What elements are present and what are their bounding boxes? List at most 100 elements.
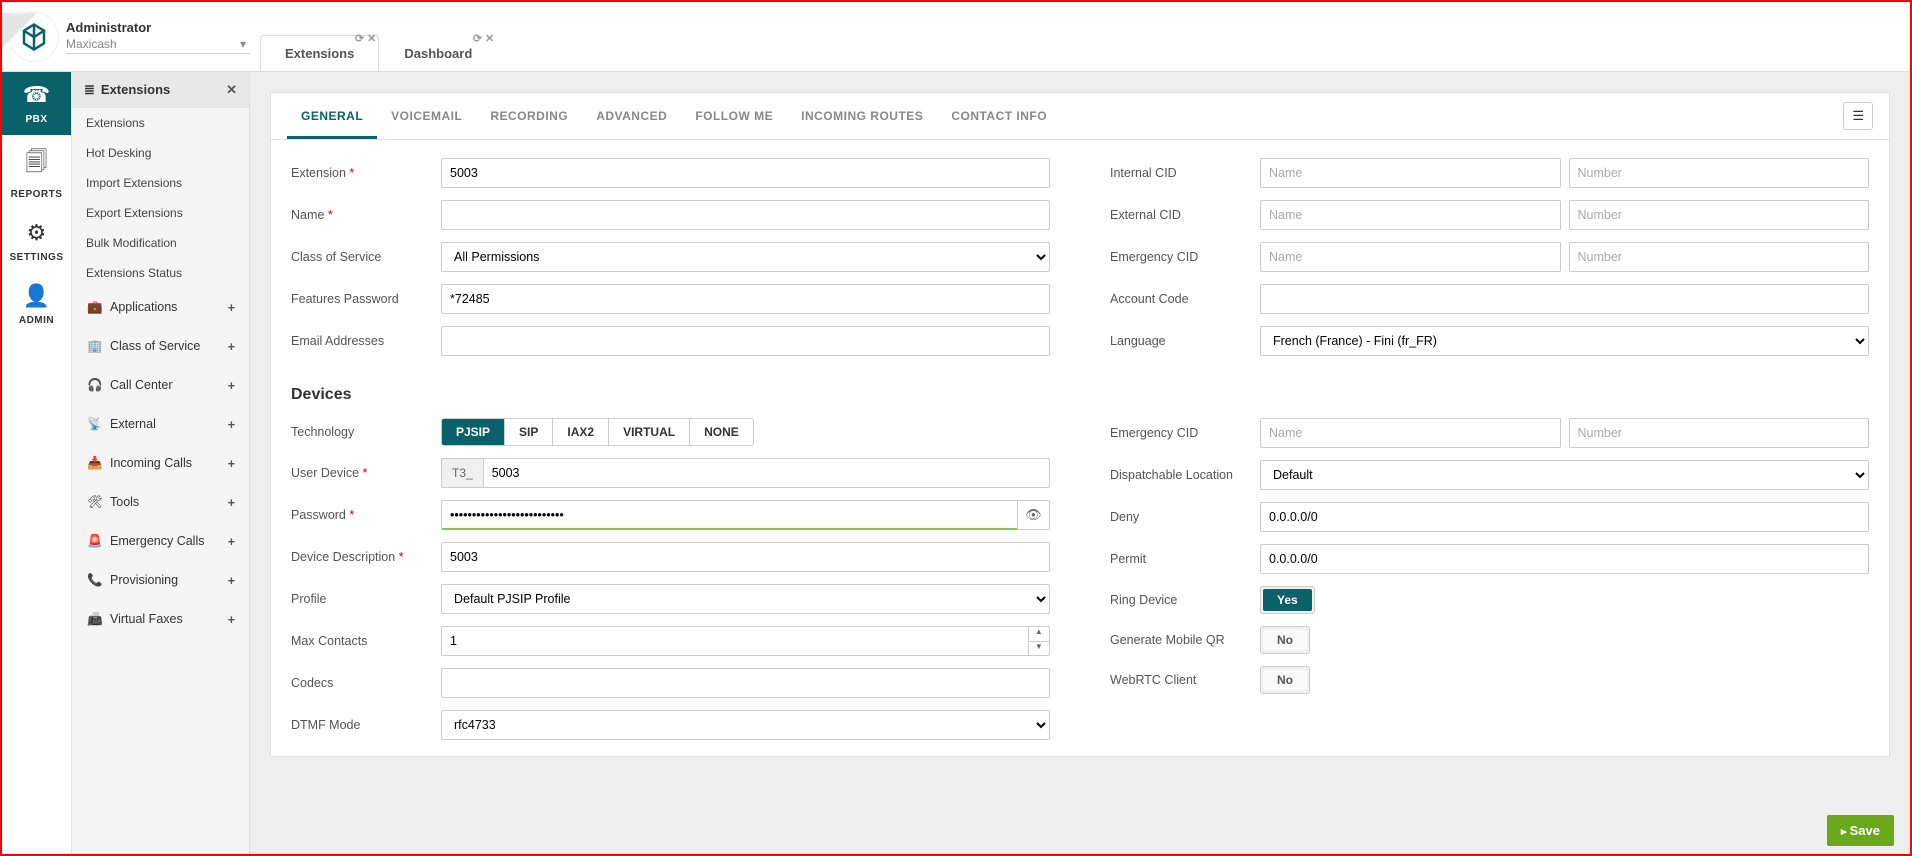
profile-select[interactable]: Default PJSIP Profile [441,584,1050,614]
sidebar-group-provisioning[interactable]: 📞Provisioning+ [72,561,249,600]
dev-emergency-cid-name-input[interactable] [1260,418,1561,448]
dev-emergency-cid-number-input[interactable] [1569,418,1870,448]
app-tab-extensions[interactable]: Extensions ⟳✕ [260,35,379,71]
sidebar-group-applications[interactable]: 💼Applications+ [72,288,249,327]
language-select[interactable]: French (France) - Fini (fr_FR) [1260,326,1869,356]
external-cid-name-input[interactable] [1260,200,1561,230]
col-right: Internal CID External CID Emergency CID … [1110,158,1869,368]
sidebar-item-hotdesking[interactable]: Hot Desking [72,138,249,168]
tech-iax2[interactable]: IAX2 [553,419,609,445]
label-device-description: Device Description * [291,550,441,564]
panel-tabs: GENERAL VOICEMAIL RECORDING ADVANCED FOL… [271,93,1889,140]
tab-incoming-routes[interactable]: INCOMING ROUTES [787,93,937,139]
sidebar-group-external[interactable]: 📡External+ [72,405,249,444]
refresh-icon[interactable]: ⟳ [473,32,482,45]
label-user-device: User Device * [291,466,441,480]
sidebar-item-status[interactable]: Extensions Status [72,258,249,288]
sidebar-group-emergency[interactable]: 🚨Emergency Calls+ [72,522,249,561]
codecs-input[interactable] [441,668,1050,698]
label-dtmf: DTMF Mode [291,718,441,732]
tab-contact-info[interactable]: CONTACT INFO [937,93,1061,139]
label-email: Email Addresses [291,334,441,348]
sidebar-group-fax[interactable]: 📠Virtual Faxes+ [72,600,249,639]
gears-icon: ⚙ [2,220,71,246]
extension-input[interactable] [441,158,1050,188]
sidebar-item-extensions[interactable]: Extensions [72,108,249,138]
refresh-icon[interactable]: ⟳ [355,32,364,45]
sidebar-group-callcenter[interactable]: 🎧Call Center+ [72,366,249,405]
user-name: Administrator [66,20,250,35]
building-icon: 🏢 [86,339,104,354]
chevron-up-icon[interactable]: ▲ [1029,627,1049,642]
sidebar-items: Extensions Hot Desking Import Extensions… [72,108,249,288]
tab-recording[interactable]: RECORDING [476,93,582,139]
sidebar-item-bulk[interactable]: Bulk Modification [72,228,249,258]
dtmf-select[interactable]: rfc4733 [441,710,1050,740]
plus-icon: + [228,574,235,588]
sidebar-title: Extensions [101,82,170,97]
mobile-qr-toggle[interactable]: No [1260,626,1310,654]
close-icon[interactable]: ✕ [485,32,494,45]
nav-reports[interactable]: 🗐 REPORTS [2,135,71,210]
tenant-selector[interactable]: Maxicash ▾ [66,35,250,54]
eye-icon[interactable]: 👁 [1018,500,1050,530]
nav-settings[interactable]: ⚙ SETTINGS [2,210,71,273]
close-icon[interactable]: ✕ [226,82,237,98]
dispatchable-select[interactable]: Default [1260,460,1869,490]
chevron-down-icon[interactable]: ▼ [1029,642,1049,656]
plus-icon: + [228,496,235,510]
user-device-input[interactable] [483,458,1050,488]
headset-icon: 🎧 [86,378,104,393]
max-contacts-input[interactable] [441,626,1029,656]
sidebar-item-export[interactable]: Export Extensions [72,198,249,228]
account-code-input[interactable] [1260,284,1869,314]
header-user-block: Administrator Maxicash ▾ [2,13,250,61]
label-max-contacts: Max Contacts [291,634,441,648]
name-input[interactable] [441,200,1050,230]
tech-none[interactable]: NONE [690,419,753,445]
external-cid-number-input[interactable] [1569,200,1870,230]
secondary-sidebar: ≣Extensions ✕ Extensions Hot Desking Imp… [72,72,250,854]
internal-cid-name-input[interactable] [1260,158,1561,188]
permit-input[interactable] [1260,544,1869,574]
emergency-cid-name-input[interactable] [1260,242,1561,272]
technology-button-group: PJSIP SIP IAX2 VIRTUAL NONE [441,418,754,446]
tab-voicemail[interactable]: VOICEMAIL [377,93,476,139]
internal-cid-number-input[interactable] [1569,158,1870,188]
nav-admin[interactable]: 👤 ADMIN [2,273,71,336]
tab-followme[interactable]: FOLLOW ME [681,93,787,139]
device-description-input[interactable] [441,542,1050,572]
app-tab-label: Dashboard [404,46,472,61]
close-icon[interactable]: ✕ [367,32,376,45]
sidebar-group-cos[interactable]: 🏢Class of Service+ [72,327,249,366]
email-input[interactable] [441,326,1050,356]
webrtc-toggle[interactable]: No [1260,666,1310,694]
tech-sip[interactable]: SIP [505,419,553,445]
plus-icon: + [228,535,235,549]
save-button[interactable]: Save [1827,815,1894,846]
antenna-icon: 📡 [86,417,104,432]
form-body: Extension * Name * Class of ServiceAll P… [271,140,1889,756]
password-input[interactable] [441,500,1018,530]
tech-pjsip[interactable]: PJSIP [442,419,505,445]
app-tab-dashboard[interactable]: Dashboard ⟳✕ [379,35,497,71]
cos-select[interactable]: All Permissions [441,242,1050,272]
sidebar-header: ≣Extensions ✕ [72,72,249,108]
sidebar-group-tools[interactable]: 🛠Tools+ [72,483,249,522]
emergency-cid-number-input[interactable] [1569,242,1870,272]
tech-virtual[interactable]: VIRTUAL [609,419,690,445]
tab-advanced[interactable]: ADVANCED [582,93,681,139]
extension-panel: GENERAL VOICEMAIL RECORDING ADVANCED FOL… [270,92,1890,757]
nav-pbx[interactable]: ☎ PBX [2,72,71,135]
list-toggle-button[interactable]: ☰ [1843,102,1873,130]
max-contacts-spinner[interactable]: ▲▼ [1029,626,1050,656]
deny-input[interactable] [1260,502,1869,532]
label-emergency-cid: Emergency CID [1110,250,1260,264]
sidebar-item-import[interactable]: Import Extensions [72,168,249,198]
label-features-password: Features Password [291,292,441,306]
features-password-input[interactable] [441,284,1050,314]
tab-general[interactable]: GENERAL [287,93,377,139]
sidebar-group-incoming[interactable]: 📥Incoming Calls+ [72,444,249,483]
label-extension: Extension * [291,166,441,180]
ring-device-toggle[interactable]: Yes [1260,586,1315,614]
